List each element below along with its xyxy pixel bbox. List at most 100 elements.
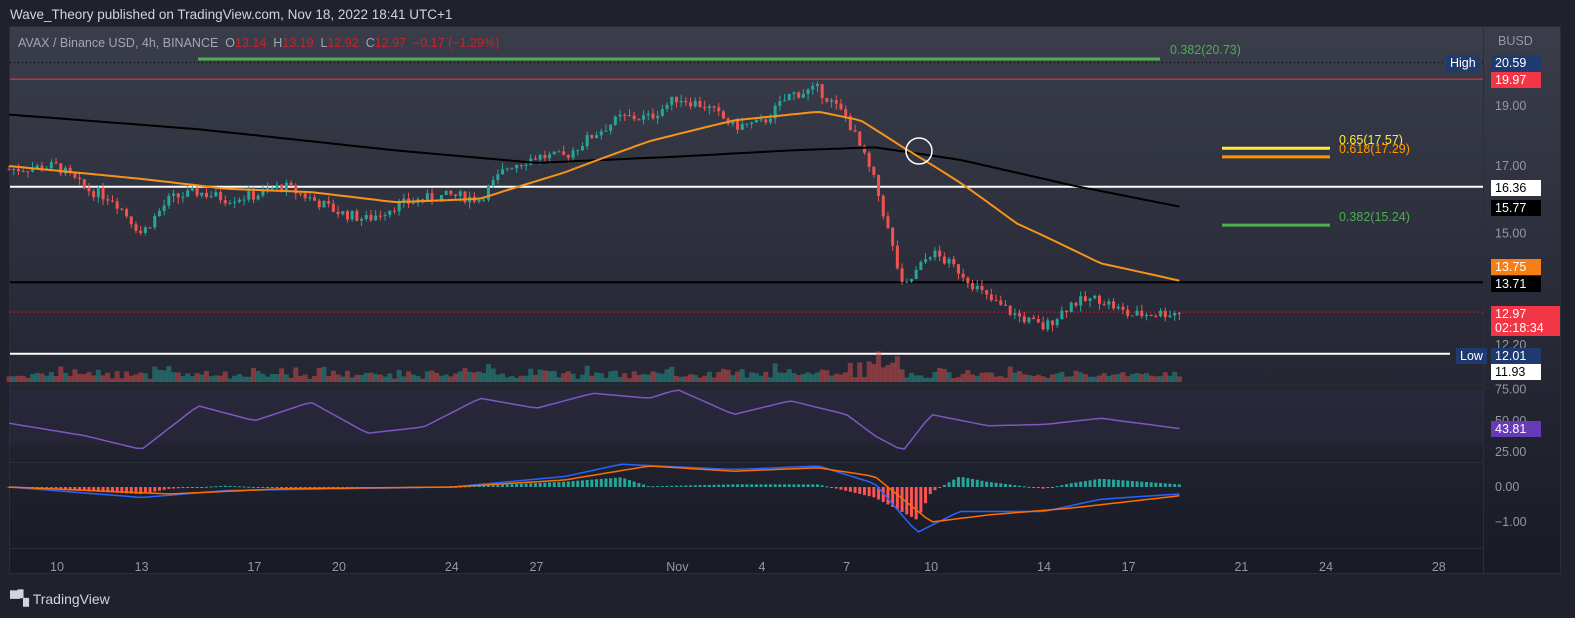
macd-histogram-bar xyxy=(703,485,707,487)
macd-histogram-bar xyxy=(938,487,942,488)
volume-bar xyxy=(965,369,971,382)
volume-bar xyxy=(932,371,938,382)
macd-histogram-bar xyxy=(693,485,697,487)
macd-histogram-bar xyxy=(844,487,848,491)
low-line-tag: 11.93 xyxy=(1491,364,1541,380)
volume-bar xyxy=(876,351,882,382)
volume-bar xyxy=(659,373,665,382)
macd-histogram-bar xyxy=(590,479,594,487)
low-label-tag: Low xyxy=(1456,348,1487,364)
volume-bar xyxy=(631,371,637,382)
candle-body xyxy=(256,195,260,200)
candle-body xyxy=(674,96,678,103)
macd-histogram-bar xyxy=(219,485,223,487)
candle-body xyxy=(595,135,599,139)
volume-bar xyxy=(48,371,54,382)
time-tick: 14 xyxy=(1037,560,1051,574)
volume-bar xyxy=(697,377,703,382)
candle-body xyxy=(26,171,30,173)
macd-histogram-bar xyxy=(975,479,979,487)
candle-body xyxy=(886,216,890,228)
macd-histogram-bar xyxy=(599,478,603,487)
volume-bar xyxy=(979,372,985,382)
macd-histogram-bar xyxy=(966,478,970,487)
macd-histogram-bar xyxy=(261,487,265,488)
volume-bar xyxy=(1129,374,1135,382)
candle-body xyxy=(1088,298,1092,301)
candle-body xyxy=(1083,296,1087,301)
macd-histogram-bar xyxy=(858,487,862,494)
volume-bar xyxy=(1158,376,1164,382)
volume-bar xyxy=(1167,375,1173,382)
volume-bar xyxy=(1026,375,1032,382)
volume-bar xyxy=(1031,375,1037,382)
volume-bar xyxy=(481,372,487,382)
volume-bar xyxy=(161,370,167,382)
volume-bar xyxy=(692,374,698,382)
volume-bar xyxy=(791,373,797,382)
candle-body xyxy=(148,227,152,229)
macd-histogram-bar xyxy=(1126,480,1130,487)
macd-histogram-bar xyxy=(204,486,208,488)
candle-body xyxy=(153,216,157,228)
macd-histogram-bar xyxy=(961,477,965,487)
candle-body xyxy=(280,184,284,191)
macd-histogram-bar xyxy=(1022,486,1026,488)
price-chart[interactable]: 19.0017.0015.0012.2075.0050.0025.000.00−… xyxy=(0,0,1575,618)
candle-body xyxy=(646,113,650,116)
volume-bar xyxy=(95,369,101,382)
candle-body xyxy=(604,130,608,132)
candle-body xyxy=(745,123,749,125)
macd-histogram-bar xyxy=(670,485,674,487)
ma50-tag: 13.75 xyxy=(1491,259,1541,275)
candle-body xyxy=(754,119,758,123)
candle-body xyxy=(924,259,928,263)
volume-bar xyxy=(255,371,261,382)
volume-bar xyxy=(504,377,510,382)
volume-bar xyxy=(415,375,421,382)
candle-body xyxy=(975,286,979,290)
high-label: H xyxy=(273,36,283,50)
volume-bar xyxy=(105,372,111,382)
candle-body xyxy=(613,116,617,125)
macd-histogram-bar xyxy=(815,484,819,487)
macd-histogram-bar xyxy=(919,487,923,513)
volume-bar xyxy=(44,375,50,382)
volume-bar xyxy=(650,371,656,382)
volume-bar xyxy=(673,375,679,382)
candle-body xyxy=(557,151,561,153)
volume-bar xyxy=(1049,374,1055,382)
volume-bar xyxy=(598,373,604,382)
rsi-tick: 75.00 xyxy=(1495,383,1526,397)
volume-bar xyxy=(156,369,162,382)
macd-histogram-bar xyxy=(1083,481,1087,487)
low-value: 12.92 xyxy=(327,36,359,50)
macd-histogram-bar xyxy=(548,482,552,487)
time-tick: 24 xyxy=(1319,560,1333,574)
volume-bar xyxy=(260,373,266,382)
macd-histogram-bar xyxy=(707,484,711,487)
candle-body xyxy=(764,119,768,123)
volume-bar xyxy=(326,376,332,382)
candle-body xyxy=(712,106,716,108)
volume-bar xyxy=(401,376,407,382)
last-price-tag: 12.97 02:18:34 xyxy=(1491,306,1560,336)
macd-histogram-bar xyxy=(642,484,646,487)
volume-bar xyxy=(124,371,130,382)
macd-histogram-bar xyxy=(1130,481,1134,487)
volume-bar xyxy=(1101,373,1107,382)
macd-histogram-bar xyxy=(759,484,763,487)
macd-histogram-bar xyxy=(1027,486,1031,488)
volume-bar xyxy=(622,373,628,382)
macd-histogram-bar xyxy=(1055,486,1059,488)
macd-histogram-bar xyxy=(1140,481,1144,487)
macd-histogram-bar xyxy=(872,487,876,498)
macd-histogram-bar xyxy=(148,487,152,493)
volume-bar xyxy=(796,375,802,382)
macd-histogram-bar xyxy=(1018,485,1022,487)
tradingview-logo[interactable]: ▀▚ TradingView xyxy=(10,590,110,607)
volume-bar xyxy=(288,377,294,382)
close-label: C xyxy=(365,36,375,50)
candle-body xyxy=(839,103,843,110)
volume-bar xyxy=(575,378,581,382)
